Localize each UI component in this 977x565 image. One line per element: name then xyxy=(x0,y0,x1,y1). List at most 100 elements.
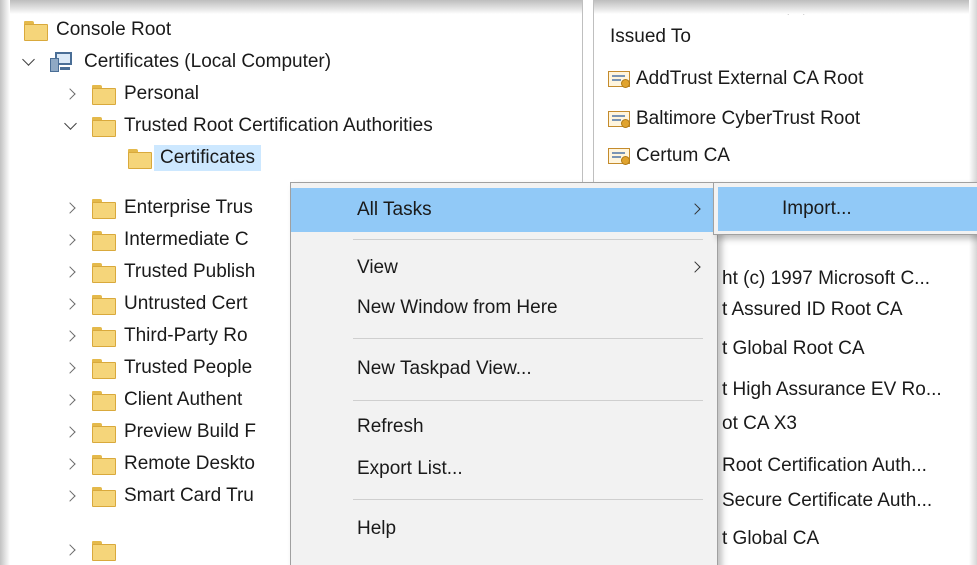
list-item[interactable]: t Global CA xyxy=(722,524,819,554)
list-item-label: Root Certification Auth... xyxy=(722,455,927,476)
folder-icon xyxy=(92,455,116,475)
tree-node-remote-desktop[interactable]: Remote Deskto xyxy=(62,448,255,480)
window-frame-top xyxy=(0,0,977,14)
menu-item-import[interactable]: Import... xyxy=(718,187,977,231)
folder-icon xyxy=(92,391,116,411)
tree-node-label: Trusted Publish xyxy=(124,261,256,282)
tree-node-console-root[interactable]: Console Root xyxy=(24,14,171,46)
tree-node-preview-build[interactable]: Preview Build F xyxy=(62,416,256,448)
tree-node-label: Trusted People xyxy=(124,357,253,378)
list-item-label: t Global Root CA xyxy=(722,338,865,359)
folder-icon xyxy=(92,231,116,251)
chevron-right-icon[interactable] xyxy=(62,541,80,559)
list-item[interactable]: Baltimore CyberTrust Root xyxy=(608,104,860,134)
tree-node-label: Console Root xyxy=(56,19,172,40)
tree-node-client-authentication[interactable]: Client Authent xyxy=(62,384,242,416)
tree-node-third-party-root[interactable]: Third-Party Ro xyxy=(62,320,248,352)
list-item-label: ht (c) 1997 Microsoft C... xyxy=(722,268,931,289)
chevron-right-icon[interactable] xyxy=(62,327,80,345)
chevron-right-icon[interactable] xyxy=(62,423,80,441)
menu-item-new-window[interactable]: New Window from Here xyxy=(291,286,717,330)
menu-item-view[interactable]: View xyxy=(291,246,717,290)
menu-item-all-tasks[interactable]: All Tasks xyxy=(291,188,717,232)
list-item-label: Baltimore CyberTrust Root xyxy=(636,108,861,129)
chevron-right-icon[interactable] xyxy=(62,85,80,103)
chevron-right-icon[interactable] xyxy=(62,263,80,281)
menu-item-label: All Tasks xyxy=(357,199,432,220)
tree-node-intermediate-ca[interactable]: Intermediate C xyxy=(62,224,249,256)
chevron-right-icon[interactable] xyxy=(62,455,80,473)
folder-icon xyxy=(92,327,116,347)
folder-icon xyxy=(92,541,116,561)
menu-item-label: Help xyxy=(357,518,397,539)
folder-icon xyxy=(128,149,152,169)
tree-node-label: Certificates (Local Computer) xyxy=(84,51,332,72)
chevron-right-icon[interactable] xyxy=(62,391,80,409)
tree-node-label: Trusted Root Certification Authorities xyxy=(124,115,433,136)
list-item-label: Certum CA xyxy=(636,145,730,166)
tree-node-label: Intermediate C xyxy=(124,229,249,250)
menu-item-label: Refresh xyxy=(357,416,424,437)
folder-icon xyxy=(24,21,48,41)
menu-item-refresh[interactable]: Refresh xyxy=(291,405,717,449)
tree-node-label: Enterprise Trus xyxy=(124,197,253,218)
tree-node-certificates-local-computer[interactable]: Certificates (Local Computer) xyxy=(20,46,331,78)
chevron-right-icon xyxy=(689,261,701,273)
list-item[interactable]: Root Certification Auth... xyxy=(722,451,927,481)
chevron-right-icon[interactable] xyxy=(62,199,80,217)
tree-node-personal[interactable]: Personal xyxy=(62,78,199,110)
context-menu: All Tasks View New Window from Here New … xyxy=(290,182,718,565)
tree-node-enterprise-trust[interactable]: Enterprise Trus xyxy=(62,192,253,224)
list-item[interactable]: ht (c) 1997 Microsoft C... xyxy=(722,264,930,294)
window-frame-left xyxy=(0,0,10,565)
tree-node-label: Preview Build F xyxy=(124,421,256,442)
all-tasks-submenu: Import... xyxy=(713,182,977,235)
list-item[interactable]: Secure Certificate Auth... xyxy=(722,486,932,516)
list-item-label: AddTrust External CA Root xyxy=(636,68,864,89)
list-item-label: t Assured ID Root CA xyxy=(722,299,903,320)
tree-node-label: Smart Card Tru xyxy=(124,485,254,506)
folder-icon xyxy=(92,263,116,283)
column-header-issued-to[interactable]: Issued To xyxy=(610,26,691,48)
menu-item-new-taskpad-view[interactable]: New Taskpad View... xyxy=(291,347,717,391)
folder-icon xyxy=(92,487,116,507)
menu-separator xyxy=(353,499,703,500)
tree-node-untrusted-certificates[interactable]: Untrusted Cert xyxy=(62,288,248,320)
folder-icon xyxy=(92,85,116,105)
tree-node-partial[interactable] xyxy=(62,534,124,565)
chevron-down-icon[interactable] xyxy=(62,117,80,135)
tree-node-trusted-publishers[interactable]: Trusted Publish xyxy=(62,256,255,288)
menu-item-help[interactable]: Help xyxy=(291,507,717,551)
tree-node-label: Certificates xyxy=(154,145,262,171)
list-item-label: ot CA X3 xyxy=(722,413,797,434)
menu-item-export-list[interactable]: Export List... xyxy=(291,447,717,491)
tree-node-trusted-people[interactable]: Trusted People xyxy=(62,352,252,384)
chevron-down-icon[interactable] xyxy=(20,53,38,71)
folder-icon xyxy=(92,423,116,443)
tree-node-smart-card-trusted[interactable]: Smart Card Tru xyxy=(62,480,254,512)
list-item[interactable]: AddTrust External CA Root xyxy=(608,64,863,94)
folder-icon xyxy=(92,295,116,315)
list-item-label: t High Assurance EV Ro... xyxy=(722,379,942,400)
tree-node-trusted-root-ca[interactable]: Trusted Root Certification Authorities xyxy=(62,110,433,142)
menu-separator xyxy=(353,338,703,339)
list-item[interactable]: ot CA X3 xyxy=(722,409,797,439)
certificate-icon xyxy=(608,146,632,166)
chevron-right-icon xyxy=(689,203,701,215)
computer-icon xyxy=(50,52,74,72)
list-item-label: t Global CA xyxy=(722,528,820,549)
tree-node-certificates[interactable]: Certificates xyxy=(128,142,262,174)
chevron-right-icon[interactable] xyxy=(62,359,80,377)
folder-icon xyxy=(92,359,116,379)
menu-item-label: New Window from Here xyxy=(357,297,558,318)
menu-item-label: New Taskpad View... xyxy=(357,358,532,379)
chevron-right-icon[interactable] xyxy=(62,487,80,505)
menu-item-label: Export List... xyxy=(357,458,463,479)
list-item[interactable]: Certum CA xyxy=(608,141,730,171)
list-item[interactable]: t Assured ID Root CA xyxy=(722,295,903,325)
list-item[interactable]: t High Assurance EV Ro... xyxy=(722,375,942,405)
chevron-right-icon[interactable] xyxy=(62,295,80,313)
list-item[interactable]: t Global Root CA xyxy=(722,334,865,364)
chevron-right-icon[interactable] xyxy=(62,231,80,249)
window-frame-right xyxy=(969,0,977,565)
